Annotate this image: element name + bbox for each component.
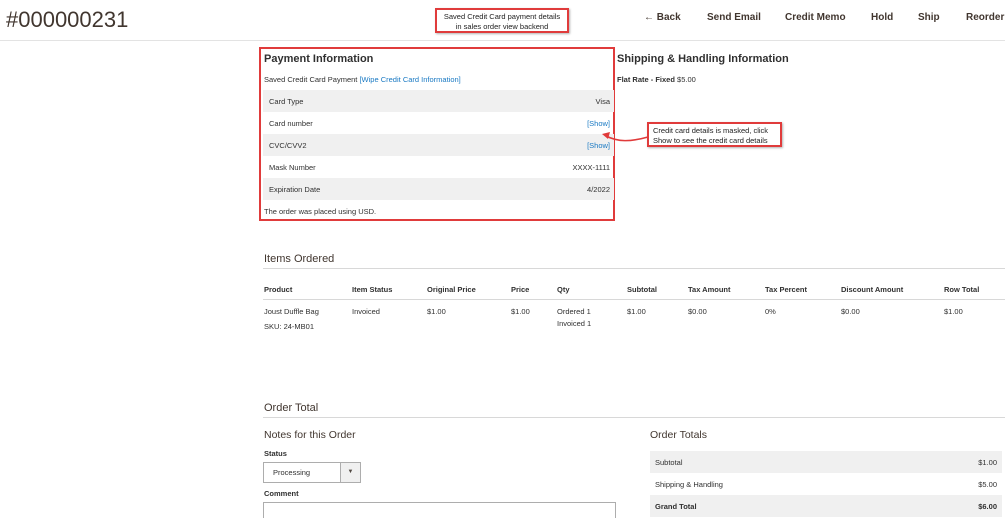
mask-number-value: XXXX-1111	[572, 162, 610, 172]
column-header-original-price: Original Price	[427, 285, 476, 294]
totals-row-grand-total: Grand Total $6.00	[650, 495, 1002, 517]
item-sku: SKU: 24-MB01	[264, 322, 315, 331]
payment-info-title: Payment Information	[264, 53, 374, 65]
card-number-label: Card number	[269, 118, 313, 128]
annotation-arrow-icon	[602, 132, 649, 142]
column-header-product: Product	[264, 285, 293, 294]
mask-number-label: Mask Number	[269, 162, 316, 172]
shipping-method-price: $5.00	[677, 75, 696, 84]
shipping-handling-label: Shipping & Handling	[655, 479, 723, 489]
chevron-down-icon[interactable]: ▼	[340, 463, 360, 482]
item-product-name: Joust Duffle Bag	[264, 307, 319, 316]
shipping-handling-value: $5.00	[978, 479, 997, 489]
item-subtotal: $1.00	[627, 307, 646, 316]
item-discount: $0.00	[841, 307, 860, 316]
status-select[interactable]: Processing ▼	[263, 462, 361, 483]
totals-row-subtotal: Subtotal $1.00	[650, 451, 1002, 473]
column-header-row-total: Row Total	[944, 285, 980, 294]
payment-details-table: Card Type Visa Card number [Show] CVC/CV…	[263, 90, 614, 200]
table-row: CVC/CVV2 [Show]	[263, 134, 614, 156]
order-number-title: #000000231	[6, 7, 129, 32]
hold-button[interactable]: Hold	[871, 12, 893, 23]
credit-memo-button[interactable]: Credit Memo	[785, 12, 846, 23]
comment-textarea[interactable]	[263, 502, 616, 518]
table-row: Expiration Date 4/2022	[263, 178, 614, 200]
items-header-divider	[263, 299, 1005, 300]
shipping-info-title: Shipping & Handling Information	[617, 53, 789, 65]
order-total-divider	[263, 417, 1005, 418]
order-totals-title: Order Totals	[650, 429, 707, 441]
expiration-date-label: Expiration Date	[269, 184, 321, 194]
item-status: Invoiced	[352, 307, 380, 316]
subtotal-value: $1.00	[978, 457, 997, 467]
back-button[interactable]: ← Back	[644, 12, 681, 23]
ship-button[interactable]: Ship	[918, 12, 940, 23]
card-type-value: Visa	[595, 96, 610, 106]
grand-total-label: Grand Total	[655, 501, 697, 511]
item-original-price: $1.00	[427, 307, 446, 316]
table-row: Mask Number XXXX-1111	[263, 156, 614, 178]
wipe-card-link[interactable]: [Wipe Credit Card Information]	[359, 75, 460, 84]
item-row-total: $1.00	[944, 307, 963, 316]
column-header-tax-amount: Tax Amount	[688, 285, 731, 294]
table-row: Card number [Show]	[263, 112, 614, 134]
column-header-item-status: Item Status	[352, 285, 393, 294]
totals-row-shipping: Shipping & Handling $5.00	[650, 473, 1002, 495]
expiration-date-value: 4/2022	[587, 184, 610, 194]
annotation-callout-top: Saved Credit Card payment details in sal…	[435, 8, 569, 33]
cvc-label: CVC/CVV2	[269, 140, 307, 150]
column-header-discount-amount: Discount Amount	[841, 285, 904, 294]
grand-total-value: $6.00	[978, 501, 997, 511]
currency-note: The order was placed using USD.	[264, 207, 377, 216]
items-ordered-title: Items Ordered	[264, 253, 335, 265]
status-select-value: Processing	[273, 468, 311, 477]
item-qty-ordered: Ordered 1	[557, 307, 591, 316]
shipping-method-line: Flat Rate - Fixed $5.00	[617, 75, 696, 84]
payment-method-label: Saved Credit Card Payment	[264, 75, 360, 84]
payment-method-line: Saved Credit Card Payment [Wipe Credit C…	[264, 75, 461, 84]
status-label: Status	[264, 449, 287, 458]
item-tax-percent: 0%	[765, 307, 776, 316]
item-qty-invoiced: Invoiced 1	[557, 319, 592, 328]
item-price: $1.00	[511, 307, 530, 316]
notes-title: Notes for this Order	[264, 429, 356, 441]
annotation-callout-masked: Credit card details is masked, click Sho…	[647, 122, 782, 147]
column-header-subtotal: Subtotal	[627, 285, 657, 294]
shipping-method-label: Flat Rate - Fixed	[617, 75, 675, 84]
subtotal-label: Subtotal	[655, 457, 683, 467]
column-header-qty: Qty	[557, 285, 570, 294]
order-total-title: Order Total	[264, 402, 319, 414]
send-email-button[interactable]: Send Email	[707, 12, 761, 23]
items-title-divider	[263, 268, 1005, 269]
comment-label: Comment	[264, 489, 299, 498]
column-header-tax-percent: Tax Percent	[765, 285, 807, 294]
reorder-button[interactable]: Reorder	[966, 12, 1004, 23]
item-tax-amount: $0.00	[688, 307, 707, 316]
table-row: Card Type Visa	[263, 90, 614, 112]
card-type-label: Card Type	[269, 96, 304, 106]
show-card-number-link[interactable]: [Show]	[587, 119, 610, 128]
column-header-price: Price	[511, 285, 530, 294]
